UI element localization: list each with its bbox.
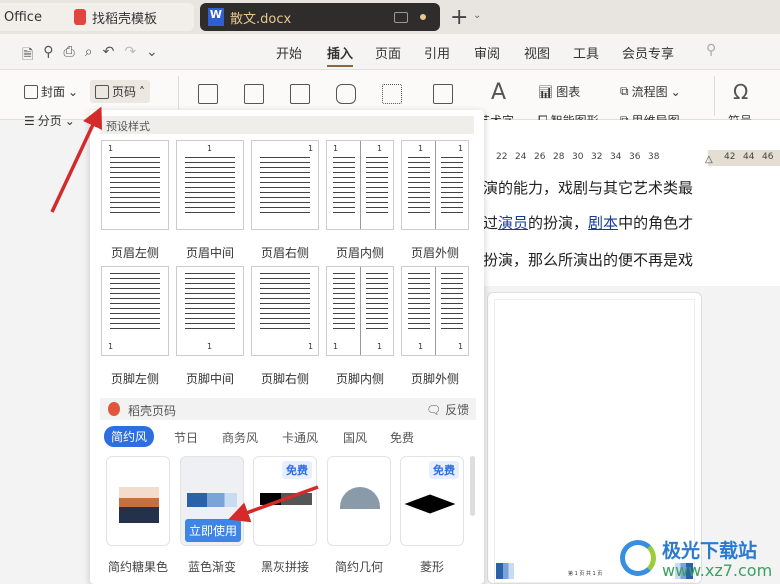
red-arrow	[50, 106, 103, 213]
red-arrow	[228, 485, 319, 523]
annotation-arrows	[50, 106, 319, 523]
